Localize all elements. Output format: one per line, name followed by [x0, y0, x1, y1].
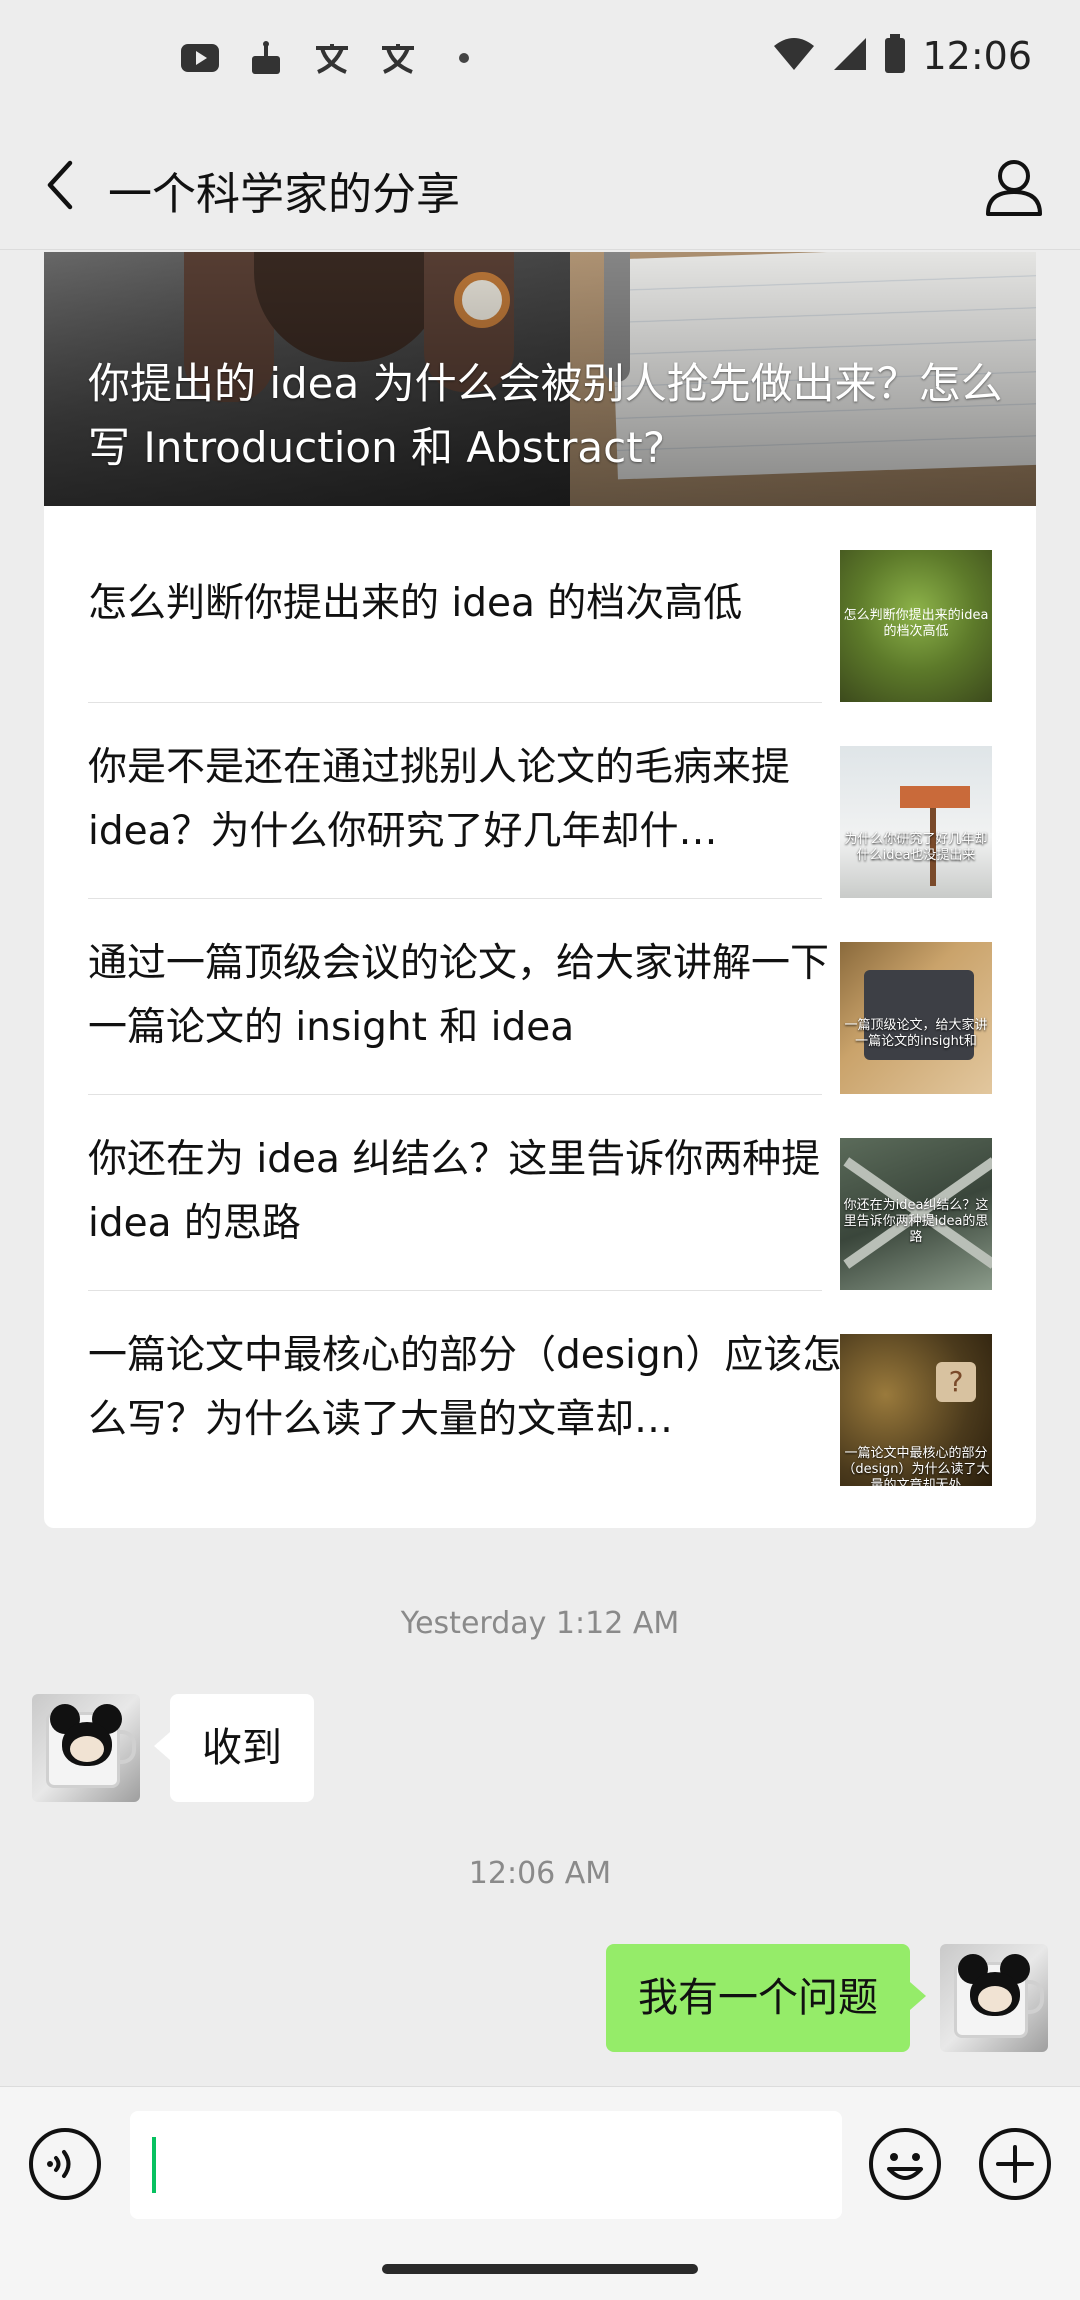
article-thumbnail: 怎么判断你提出来的idea的档次高低 — [840, 550, 992, 702]
plus-icon — [979, 2128, 1051, 2200]
dot-icon — [444, 38, 484, 78]
text-caret — [152, 2137, 156, 2193]
profile-button[interactable] — [982, 154, 1046, 218]
article-item[interactable]: 你是不是还在通过挑别人论文的毛病来提 idea？为什么你研究了好几年却什… 为什… — [44, 702, 1036, 898]
emoji-icon — [869, 2128, 941, 2200]
translate-icon — [378, 38, 418, 78]
article-card: 你提出的 idea 为什么会被别人抢先做出来？怎么写 Introduction … — [44, 252, 1036, 1528]
plus-button[interactable] — [978, 2127, 1052, 2201]
battery-icon — [884, 34, 906, 78]
hero-article[interactable]: 你提出的 idea 为什么会被别人抢先做出来？怎么写 Introduction … — [44, 252, 1036, 506]
hero-title: 你提出的 idea 为什么会被别人抢先做出来？怎么写 Introduction … — [88, 359, 1003, 472]
translate-icon — [312, 38, 352, 78]
incoming-message-bubble[interactable]: 收到 — [154, 1694, 314, 1802]
youtube-icon — [180, 38, 220, 78]
article-thumbnail: 一篇顶级论文，给大家讲一篇论文的insight和 — [840, 942, 992, 1094]
home-indicator[interactable] — [382, 2264, 698, 2274]
message-timestamp: 12:06 AM — [468, 1856, 612, 1891]
avatar[interactable] — [32, 1694, 140, 1802]
person-icon — [986, 160, 1042, 216]
article-item[interactable]: 通过一篇顶级会议的论文，给大家讲解一下一篇论文的 insight 和 idea … — [44, 898, 1036, 1094]
voice-icon — [29, 2128, 101, 2200]
article-title: 通过一篇顶级会议的论文，给大家讲解一下一篇论文的 insight 和 idea — [88, 941, 830, 1050]
article-item[interactable]: 怎么判断你提出来的 idea 的档次高低 怎么判断你提出来的idea的档次高低 — [44, 506, 1036, 702]
avatar[interactable] — [940, 1944, 1048, 2052]
status-left-icons — [180, 38, 484, 78]
article-list: 怎么判断你提出来的 idea 的档次高低 怎么判断你提出来的idea的档次高低 … — [44, 506, 1036, 1486]
back-button[interactable] — [30, 155, 90, 215]
article-item[interactable]: 你还在为 idea 纠结么？这里告诉你两种提 idea 的思路 你还在为idea… — [44, 1094, 1036, 1290]
cake-icon — [246, 38, 286, 78]
article-title: 怎么判断你提出来的 idea 的档次高低 — [88, 581, 743, 626]
chat-header: 一个科学家的分享 — [0, 120, 1080, 250]
message-timestamp: Yesterday 1:12 AM — [400, 1606, 680, 1641]
chevron-left-icon — [47, 160, 73, 210]
article-thumbnail: 你还在为idea纠结么？这里告诉你两种提idea的思路 — [840, 1138, 992, 1290]
article-item[interactable]: 一篇论文中最核心的部分（design）应该怎么写？为什么读了大量的文章却… ? … — [44, 1290, 1036, 1486]
article-title: 你是不是还在通过挑别人论文的毛病来提 idea？为什么你研究了好几年却什… — [88, 745, 791, 854]
message-input[interactable] — [130, 2111, 842, 2219]
status-time: 12:06 — [922, 34, 1032, 78]
article-thumbnail: 为什么你研究了好几年却什么idea也没提出来 — [840, 746, 992, 898]
emoji-button[interactable] — [868, 2127, 942, 2201]
chat-title: 一个科学家的分享 — [108, 169, 460, 220]
article-thumbnail: ? 一篇论文中最核心的部分（design）为什么读了大量的文章却无处 — [840, 1334, 992, 1486]
article-title: 你还在为 idea 纠结么？这里告诉你两种提 idea 的思路 — [88, 1137, 821, 1246]
voice-button[interactable] — [28, 2127, 102, 2201]
article-title: 一篇论文中最核心的部分（design）应该怎么写？为什么读了大量的文章却… — [88, 1333, 842, 1442]
signal-icon — [832, 36, 868, 76]
outgoing-message-bubble[interactable]: 我有一个问题 — [606, 1944, 926, 2052]
status-right-icons: 12:06 — [772, 34, 1032, 78]
wifi-icon — [772, 36, 816, 76]
status-bar: 12:06 — [0, 0, 1080, 120]
